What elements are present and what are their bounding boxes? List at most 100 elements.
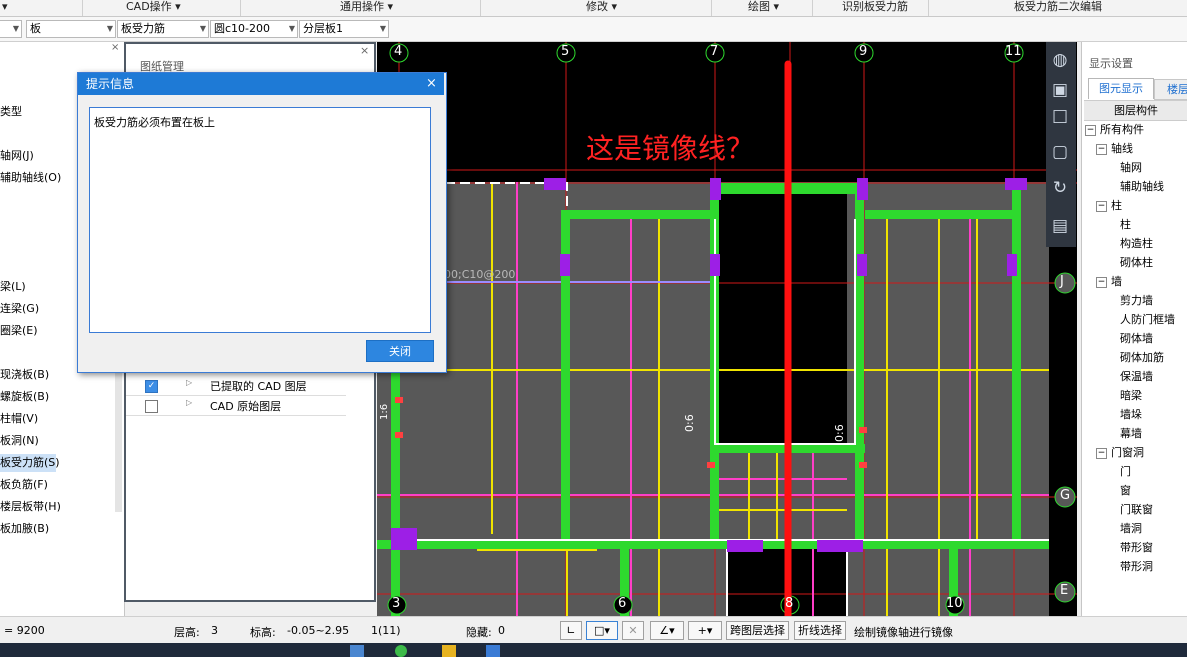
ribbon-slab-rebar-second-edit[interactable]: 板受力筋二次编辑 bbox=[1014, 0, 1102, 16]
tree-node[interactable]: 辅助轴线 bbox=[1120, 177, 1164, 196]
tree-node[interactable]: 柱 bbox=[1120, 215, 1131, 234]
checkbox-unchecked[interactable] bbox=[145, 400, 158, 413]
drawing-canvas[interactable]: 4 5 7 9 11 3 6 8 10 J G E 200;C10@200 0:… bbox=[377, 42, 1077, 616]
tree-node[interactable]: 构造柱 bbox=[1120, 234, 1153, 253]
layout-icon[interactable]: ▤ bbox=[1048, 214, 1072, 238]
tree-node[interactable]: 门联窗 bbox=[1120, 500, 1153, 519]
collapse-icon[interactable]: − bbox=[1085, 124, 1096, 136]
count-value: 1(11) bbox=[371, 624, 401, 637]
layer-slab-combo[interactable]: 分层板1 ▼ bbox=[299, 20, 389, 38]
tree-node[interactable]: 带形窗 bbox=[1120, 538, 1153, 557]
snap-icon[interactable]: +▾ bbox=[688, 621, 722, 640]
checkbox-checked[interactable]: ✓ bbox=[145, 380, 158, 393]
tree-item-ring-beam[interactable]: 圈梁(E) bbox=[0, 322, 38, 340]
tree-node[interactable]: − 柱 bbox=[1096, 196, 1122, 215]
ribbon-identify-slab-rebar[interactable]: 识别板受力筋 bbox=[842, 0, 908, 16]
tree-item-column-cap[interactable]: 柱帽(V) bbox=[0, 410, 38, 428]
floor-combo[interactable]: ▼ bbox=[0, 20, 22, 38]
ribbon-left-fragment[interactable]: ▾ bbox=[2, 0, 8, 16]
tree-node[interactable]: − 轴线 bbox=[1096, 139, 1133, 158]
cube-view-icon[interactable]: ▢ bbox=[1048, 140, 1072, 164]
tree-node[interactable]: − 门窗洞 bbox=[1096, 443, 1144, 462]
tree-item-slab-haunch[interactable]: 板加腋(B) bbox=[0, 520, 49, 538]
tree-node[interactable]: 人防门框墙 bbox=[1120, 310, 1175, 329]
ribbon-general-operation[interactable]: 通用操作 ▾ bbox=[340, 0, 393, 16]
taskbar-app-icon[interactable] bbox=[486, 645, 500, 657]
layer-row[interactable]: ✓ ▷ 已提取的 CAD 图层 bbox=[126, 376, 346, 396]
tree-node[interactable]: 暗梁 bbox=[1120, 386, 1142, 405]
tree-node[interactable]: 幕墙 bbox=[1120, 424, 1142, 443]
tree-node-label: 轴网 bbox=[1120, 161, 1142, 174]
dialog-titlebar[interactable]: 提示信息 × bbox=[78, 73, 444, 95]
tree-node[interactable]: − 墙 bbox=[1096, 272, 1122, 291]
rotate-icon[interactable]: ↻ bbox=[1048, 176, 1072, 200]
tree-node[interactable]: 带形洞 bbox=[1120, 557, 1153, 576]
tree-node[interactable]: 砌体墙 bbox=[1120, 329, 1153, 348]
ribbon-draw[interactable]: 绘图 ▾ bbox=[748, 0, 779, 16]
tree-node-label: 门窗洞 bbox=[1111, 446, 1144, 459]
rebar-spec-label: 200;C10@200 bbox=[437, 268, 516, 281]
tree-node[interactable]: 墙垛 bbox=[1120, 405, 1142, 424]
tree-node[interactable]: 砌体加筋 bbox=[1120, 348, 1164, 367]
tree-node[interactable]: 窗 bbox=[1120, 481, 1131, 500]
elevation-label: 标高: bbox=[250, 626, 276, 639]
expand-arrow-icon[interactable]: ▷ bbox=[186, 398, 192, 407]
cross-icon[interactable]: ✕ bbox=[622, 621, 644, 640]
taskbar-app-icon[interactable] bbox=[395, 645, 407, 657]
tree-node[interactable]: 门 bbox=[1120, 462, 1131, 481]
tab-floor[interactable]: 楼层 bbox=[1154, 79, 1187, 100]
tree-item-slab-strip[interactable]: 楼层板带(H) bbox=[0, 498, 61, 516]
axis-bubbles-top bbox=[389, 43, 1024, 63]
tree-item-slab-negative-rebar[interactable]: 板负筋(F) bbox=[0, 476, 48, 494]
collapse-icon[interactable]: − bbox=[1096, 276, 1107, 288]
tree-item-type[interactable]: 类型 bbox=[0, 103, 22, 121]
tree-node-label: 柱 bbox=[1111, 199, 1122, 212]
collapse-icon[interactable]: − bbox=[1096, 143, 1107, 155]
close-icon[interactable]: × bbox=[360, 44, 369, 57]
tree-node-label: 柱 bbox=[1120, 218, 1131, 231]
close-icon[interactable]: × bbox=[111, 42, 119, 53]
ribbon-cad-operation[interactable]: CAD操作 ▾ bbox=[126, 0, 181, 16]
ortho-icon[interactable]: ∟ bbox=[560, 621, 582, 640]
orbit-icon[interactable]: ◍ bbox=[1048, 48, 1072, 72]
tree-node[interactable]: 保温墙 bbox=[1120, 367, 1153, 386]
ribbon-modify[interactable]: 修改 ▾ bbox=[586, 0, 617, 16]
tree-node[interactable]: 轴网 bbox=[1120, 158, 1142, 177]
layer-row[interactable]: ▷ CAD 原始图层 bbox=[126, 396, 346, 416]
tree-item-slab-hole[interactable]: 板洞(N) bbox=[0, 432, 39, 450]
collapse-icon[interactable]: − bbox=[1096, 447, 1107, 459]
tree-node[interactable]: 墙洞 bbox=[1120, 519, 1142, 538]
tree-node-label: 门 bbox=[1120, 465, 1131, 478]
view-3d-icon[interactable]: ▣ bbox=[1048, 78, 1072, 102]
cross-layer-select-button[interactable]: 跨图层选择 bbox=[726, 621, 789, 640]
polyline-select-button[interactable]: 折线选择 bbox=[794, 621, 846, 640]
tree-node[interactable]: 砌体柱 bbox=[1120, 253, 1153, 272]
tree-item-coupling-beam[interactable]: 连梁(G) bbox=[0, 300, 39, 318]
tree-item-aux-axis[interactable]: 辅助轴线(O) bbox=[0, 169, 61, 187]
tree-item-spiral-slab[interactable]: 螺旋板(B) bbox=[0, 388, 49, 406]
taskbar-app-icon[interactable] bbox=[350, 645, 364, 657]
angle-icon[interactable]: ∠▾ bbox=[650, 621, 684, 640]
chevron-down-icon: ▼ bbox=[106, 24, 113, 33]
chevron-down-icon: ▼ bbox=[199, 24, 206, 33]
select-box-icon[interactable]: □▾ bbox=[586, 621, 618, 640]
tab-element-display[interactable]: 图元显示 bbox=[1088, 78, 1154, 99]
collapse-icon[interactable]: − bbox=[1096, 200, 1107, 212]
tree-node-label: 带形窗 bbox=[1120, 541, 1153, 554]
close-button[interactable]: 关闭 bbox=[366, 340, 434, 362]
top-view-icon[interactable]: □ bbox=[1048, 104, 1072, 128]
tree-node[interactable]: − 所有构件 bbox=[1085, 120, 1144, 139]
axis-label-top: 4 bbox=[394, 44, 403, 59]
taskbar-app-icon[interactable] bbox=[442, 645, 456, 657]
tree-item-slab-rebar[interactable]: 板受力筋(S) bbox=[0, 454, 60, 472]
close-icon[interactable]: × bbox=[426, 73, 437, 95]
tree-item-beam[interactable]: 梁(L) bbox=[0, 278, 26, 296]
rebar-spec-combo[interactable]: 圆c10-200 ▼ bbox=[210, 20, 298, 38]
category-combo[interactable]: 板 ▼ bbox=[26, 20, 116, 38]
tree-item-cast-slab[interactable]: 现浇板(B) bbox=[0, 366, 49, 384]
tree-item-axis-grid[interactable]: 轴网(J) bbox=[0, 147, 34, 165]
component-type-combo[interactable]: 板受力筋 ▼ bbox=[117, 20, 209, 38]
tree-node-label: 砌体墙 bbox=[1120, 332, 1153, 345]
tree-node[interactable]: 剪力墙 bbox=[1120, 291, 1153, 310]
expand-arrow-icon[interactable]: ▷ bbox=[186, 378, 192, 387]
